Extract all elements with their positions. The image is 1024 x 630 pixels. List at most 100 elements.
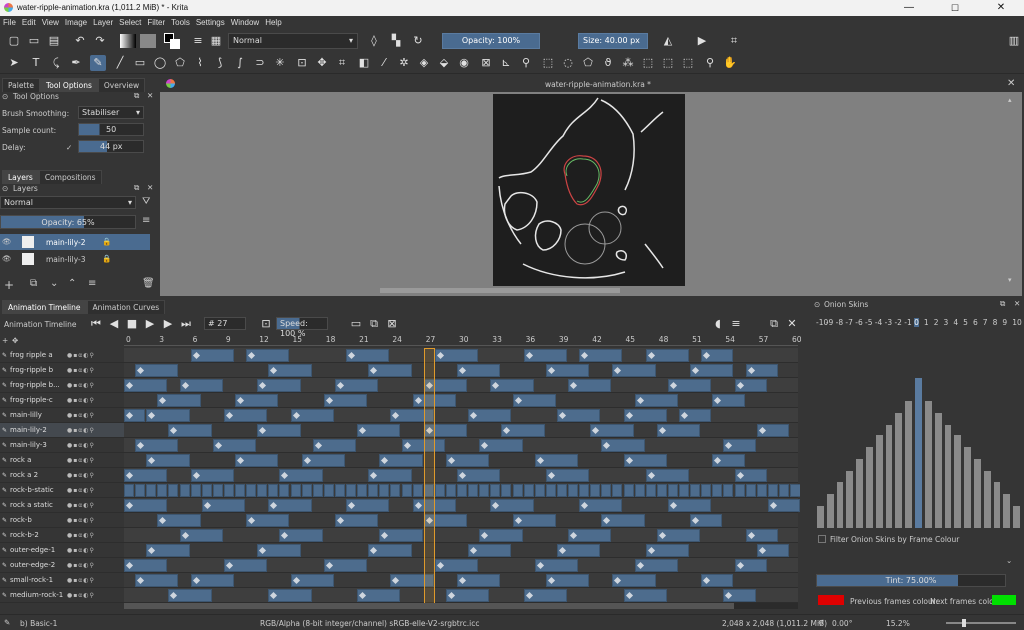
keyframe-cell[interactable] [679,484,690,497]
close-document-icon[interactable]: ✕ [1007,78,1015,89]
onion-opacity-bar[interactable] [895,412,903,528]
onion-skin-toggle-icon[interactable]: ⧉ [366,316,382,332]
menu-window[interactable]: Window [228,16,262,29]
mirror-horizontal-icon[interactable]: ◭ [660,33,676,49]
keyframe-cell[interactable] [334,484,345,497]
brush-editor-icon[interactable]: ▦ [208,33,224,49]
magnetic-select-icon[interactable]: ⬚ [680,55,696,71]
freehand-path-icon[interactable]: ∫ [232,55,248,71]
keyframe-cell[interactable] [201,484,212,497]
sample-count-spinbox[interactable]: 50 [78,123,144,136]
audio-icon[interactable]: ◖ [710,316,726,332]
onion-opacity-bars[interactable] [816,338,1022,528]
onion-opacity-bar[interactable] [866,447,873,528]
smart-patch-icon[interactable]: ✲ [396,55,412,71]
dynamic-brush-icon[interactable]: ⊃ [252,55,268,71]
onion-opacity-bar[interactable] [905,400,913,528]
open-icon[interactable]: ▭ [26,33,42,49]
onion-opacity-bar[interactable] [954,435,962,528]
menu-filter[interactable]: Filter [144,16,168,29]
keyframe-cell[interactable] [457,484,468,497]
float-dock-icon[interactable]: ⧉ [134,91,139,101]
timeline-layer-row[interactable]: ✎ frog ripple a ●▪α◐⚲ [0,348,124,363]
color-sampler-icon[interactable]: ⁄ [376,55,392,71]
layer-lock-icon[interactable]: 🔒 [102,237,111,246]
keyframe-cell[interactable] [323,484,334,497]
keyframe-cell[interactable] [212,484,223,497]
onion-opacity-bar[interactable] [875,435,883,528]
keyframe-cell[interactable] [790,484,800,497]
onion-opacity-bar[interactable] [817,505,824,528]
zoom-slider[interactable] [946,619,1016,627]
menu-image[interactable]: Image [62,16,90,29]
dock-pin-icon[interactable]: ⊙ [814,300,820,309]
freehand-brush-icon[interactable]: ✎ [90,55,106,71]
keyframe-cell[interactable] [778,484,789,497]
keyframe-cell[interactable] [723,484,734,497]
layer-state-icons[interactable]: ●▪α◐⚲ [67,453,95,467]
layer-lock-icon[interactable]: 🔒 [102,254,111,263]
onion-frame-label[interactable]: 2 [934,318,939,327]
keyframe-cell[interactable] [279,484,290,497]
size-slider[interactable]: Size: 40.00 px [578,33,648,49]
tab-overview[interactable]: Overview [97,78,146,92]
ellipse-select-icon[interactable]: ◌ [560,55,576,71]
keyframe-cell[interactable] [656,484,667,497]
tint-slider[interactable]: Tint: 75.00% [816,574,1006,587]
layer-state-icons[interactable]: ●▪α◐⚲ [67,528,95,542]
tab-animation-timeline[interactable]: Animation Timeline [2,300,87,314]
onion-frame-label[interactable]: -8 [836,318,843,327]
delay-checkbox[interactable]: ✓ [66,143,72,152]
delete-layer-icon[interactable]: 🗑 [142,278,155,289]
keyframe-cell[interactable] [168,484,179,497]
gradient-tool-icon[interactable]: ◧ [356,55,372,71]
timeline-grid[interactable]: ✎ frog ripple a ●▪α◐⚲ ✎ frog-ripple b ●▪α◐⚲ ✎ f… [0,348,800,606]
opacity-slider[interactable]: Opacity: 100% [442,33,540,49]
timeline-layer-row[interactable]: ✎ outer-edge-1 ●▪α◐⚲ [0,543,124,558]
tab-compositions[interactable]: Compositions [38,170,102,184]
float-dock-icon[interactable]: ⧉ [1000,299,1005,309]
onion-opacity-bar[interactable] [1003,493,1011,528]
dock-pin-icon[interactable]: ⊙ [2,92,8,101]
polyline-tool-icon[interactable]: ⌇ [192,55,208,71]
onion-frame-label[interactable]: -3 [885,318,892,327]
alpha-lock-icon[interactable]: ▚ [388,33,404,49]
play-icon[interactable]: ▶ [142,316,158,332]
layer-state-icons[interactable]: ●▪α◐⚲ [67,573,95,587]
maximize-button[interactable]: ☐ [932,0,978,16]
onion-frame-label[interactable]: 0 [914,318,919,327]
keyframe-cell[interactable] [579,484,590,497]
onion-opacity-bar[interactable] [826,493,834,528]
text-tool-icon[interactable]: T [28,55,44,71]
multibrush-icon[interactable]: ✳ [272,55,288,71]
pan-tool-icon[interactable]: ✋ [722,55,738,71]
close-dock-icon[interactable]: ✕ [147,91,153,100]
menu-help[interactable]: Help [262,16,284,29]
keyframe-cell[interactable] [257,484,268,497]
keyframe-cell[interactable] [390,484,401,497]
menu-layer[interactable]: Layer [90,16,116,29]
layer-row-selected[interactable]: 👁 main-lily-2 🔒 [0,234,150,250]
layer-state-icons[interactable]: ●▪α◐⚲ [67,348,95,362]
onion-opacity-bar[interactable] [846,471,854,528]
keyframe-cell[interactable] [690,484,701,497]
keyframe-cell[interactable] [767,484,778,497]
keyframe-cell[interactable] [701,484,712,497]
rect-select-icon[interactable]: ⬚ [540,55,556,71]
next-frames-color-swatch[interactable] [992,595,1016,605]
new-document-icon[interactable]: ▢ [6,33,22,49]
keyframe-cell[interactable] [734,484,745,497]
keyframe-cell[interactable] [146,484,157,497]
timeline-layer-row[interactable]: ✎ main-lily-3 ●▪α◐⚲ [0,438,124,453]
timeline-menu-icon[interactable]: ≡ [728,316,744,332]
onion-opacity-bar[interactable] [1013,505,1020,528]
close-dock-icon[interactable]: ✕ [147,183,153,192]
canvas-area[interactable]: water-ripple-animation.kra * ✕ ▴ ▾ [160,76,1022,296]
playhead-current-frame[interactable] [423,348,435,606]
timeline-track[interactable] [124,393,798,408]
onion-opacity-bar[interactable] [983,471,991,528]
timeline-layer-row[interactable]: ✎ rock a static ●▪α◐⚲ [0,498,124,513]
layer-state-icons[interactable]: ●▪α◐⚲ [67,378,95,392]
onion-frame-label[interactable]: 10 [1012,318,1022,327]
select-shapes-icon[interactable]: ➤ [6,55,22,71]
